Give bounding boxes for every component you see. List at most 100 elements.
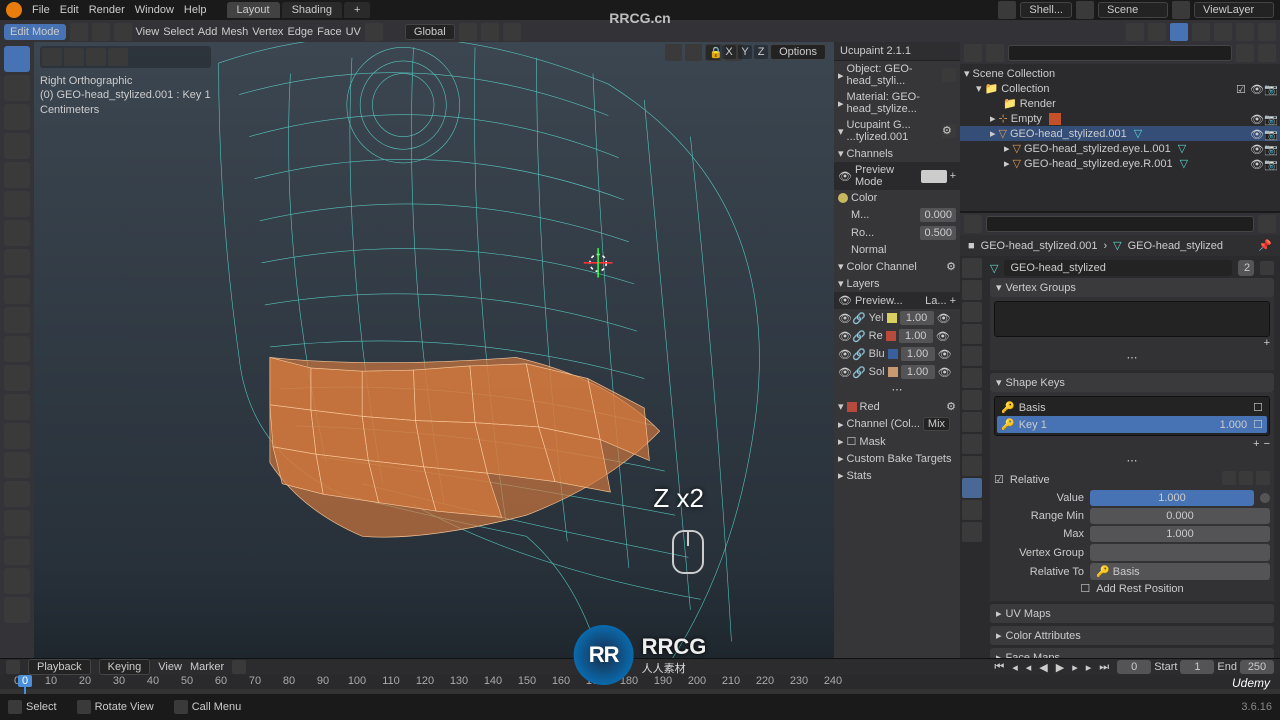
sk-iconbtn3[interactable]	[1256, 471, 1270, 485]
mode-select[interactable]: Edit Mode	[4, 24, 66, 40]
shell-select[interactable]: Shell...	[1020, 2, 1072, 18]
tool-scale[interactable]	[4, 162, 30, 188]
menu-view[interactable]: View	[136, 26, 160, 38]
value-slider[interactable]: 1.000	[1090, 490, 1254, 506]
tree-eye-r[interactable]: ▸▽GEO-head_stylized.eye.R.001▽👁📷	[960, 156, 1280, 171]
np-m[interactable]: M...	[851, 209, 917, 221]
sol-opacity[interactable]: 1.00	[901, 365, 935, 379]
outliner-funnel-icon[interactable]	[1258, 44, 1276, 62]
tool-slide[interactable]	[4, 510, 30, 536]
np-cc-gear-icon[interactable]: ⚙	[946, 260, 956, 273]
scene-icon[interactable]	[1076, 1, 1094, 19]
np-object[interactable]: Object: GEO-head_styli...	[847, 63, 939, 87]
menu-edge[interactable]: Edge	[287, 26, 313, 38]
layer-menu-dots[interactable]: ⋯	[892, 383, 903, 396]
ptab-data[interactable]	[962, 478, 982, 498]
re-opacity[interactable]: 1.00	[899, 329, 933, 343]
tab-layout[interactable]: Layout	[227, 2, 280, 18]
max-field[interactable]: 1.000	[1090, 526, 1270, 542]
tl-view[interactable]: View	[158, 661, 182, 673]
shading-solid[interactable]	[1214, 23, 1232, 41]
panel-color-attributes[interactable]: ▸Color Attributes	[990, 626, 1274, 645]
np-stats[interactable]: Stats	[847, 470, 872, 482]
panel-shape-keys[interactable]: ▾Shape Keys	[990, 373, 1274, 392]
tl-key-prev[interactable]: ◂	[1012, 661, 1018, 674]
xray-toggle[interactable]	[1170, 23, 1188, 41]
sk-iconbtn2[interactable]	[1239, 471, 1253, 485]
outliner-filter-icon[interactable]	[986, 44, 1004, 62]
vp-overlay-ico1[interactable]	[665, 44, 682, 61]
vg-field[interactable]: ⠀	[1090, 544, 1270, 561]
layer-re[interactable]: Re	[869, 330, 883, 342]
tl-keying[interactable]: Keying	[99, 659, 151, 675]
tl-frame-prev[interactable]: ◂	[1026, 661, 1032, 674]
outliner-editor-icon[interactable]	[964, 44, 982, 62]
selmode-vert[interactable]	[70, 23, 88, 41]
tool-spin[interactable]	[4, 452, 30, 478]
yel-opacity[interactable]: 1.00	[900, 311, 934, 325]
np-layers[interactable]: Layers	[847, 278, 880, 290]
shell-icon[interactable]	[998, 1, 1016, 19]
blu-opacity[interactable]: 1.00	[901, 347, 935, 361]
keyframe-dot[interactable]	[1260, 493, 1270, 503]
tool-extrude[interactable]	[4, 278, 30, 304]
snap-icon[interactable]	[481, 23, 499, 41]
tl-end-frame[interactable]: 250	[1240, 660, 1274, 674]
mesh-shield-icon[interactable]	[1260, 261, 1274, 275]
panel-vertex-groups[interactable]: ▾Vertex Groups	[990, 278, 1274, 297]
np-red[interactable]: Red	[860, 401, 880, 413]
np-la[interactable]: La...	[925, 295, 946, 307]
menu-face[interactable]: Face	[317, 26, 341, 38]
tl-frame-next[interactable]: ▸	[1072, 661, 1078, 674]
np-material[interactable]: Material: GEO-head_stylize...	[847, 91, 956, 115]
add-rest-toggle[interactable]: Add Rest Position	[1096, 583, 1183, 595]
shading-matprev[interactable]	[1236, 23, 1254, 41]
tool-smooth[interactable]	[4, 481, 30, 507]
props-editor-icon[interactable]	[964, 215, 982, 233]
props-search[interactable]	[986, 216, 1254, 232]
np-preview[interactable]: Preview...	[855, 295, 922, 307]
props-options-icon[interactable]	[1258, 215, 1276, 233]
menu-uv[interactable]: UV	[346, 26, 361, 38]
menu-help[interactable]: Help	[184, 4, 207, 16]
vg-add[interactable]: +	[1264, 337, 1270, 349]
tl-marker[interactable]: Marker	[190, 661, 224, 673]
tool-shear[interactable]	[4, 568, 30, 594]
tool-rip[interactable]	[4, 597, 30, 623]
timeline-editor-icon[interactable]	[6, 660, 20, 674]
vertex-groups-list[interactable]	[994, 301, 1270, 337]
pin-icon[interactable]: 📌	[1258, 239, 1272, 252]
relto-field[interactable]: 🔑 Basis	[1090, 563, 1270, 580]
np-add[interactable]: +	[950, 170, 956, 182]
axis-z[interactable]: Z	[754, 45, 768, 59]
viewlayer-select[interactable]: ViewLayer	[1194, 2, 1274, 18]
sk-menu[interactable]: ⋯	[994, 452, 1270, 469]
gizmo-toggle[interactable]	[1148, 23, 1166, 41]
np-obj-icon[interactable]	[942, 68, 956, 82]
tab-add[interactable]: +	[344, 2, 370, 18]
tree-collection[interactable]: ▾📁Collection☑👁📷	[960, 81, 1280, 96]
tl-autokey-icon[interactable]	[232, 660, 246, 674]
menu-window[interactable]: Window	[135, 4, 174, 16]
np-layer-add[interactable]: +	[950, 295, 956, 307]
mesh-select-mode[interactable]	[40, 46, 211, 68]
np-gear-icon[interactable]: ⚙	[942, 124, 956, 138]
menu-file[interactable]: File	[32, 4, 50, 16]
menu-add[interactable]: Add	[198, 26, 218, 38]
ptab-object[interactable]	[962, 368, 982, 388]
tree-eye-l[interactable]: ▸▽GEO-head_stylized.eye.L.001▽👁📷	[960, 141, 1280, 156]
tool-transform[interactable]	[4, 191, 30, 217]
outliner-search[interactable]	[1008, 45, 1232, 61]
blend-mode[interactable]: Mix	[923, 417, 950, 431]
propedit-icon[interactable]	[503, 23, 521, 41]
pivot-icon[interactable]	[459, 23, 477, 41]
tree-scene-collection[interactable]: ▾Scene Collection	[960, 66, 1280, 81]
tool-rotate[interactable]	[4, 133, 30, 159]
orientation-select[interactable]: Global	[405, 24, 455, 40]
menu-render[interactable]: Render	[89, 4, 125, 16]
shading-render[interactable]	[1258, 23, 1276, 41]
ptab-constraint[interactable]	[962, 456, 982, 476]
np-normal[interactable]: Normal	[851, 244, 956, 256]
tool-cursor[interactable]	[4, 75, 30, 101]
sk-add[interactable]: +	[1253, 438, 1259, 450]
